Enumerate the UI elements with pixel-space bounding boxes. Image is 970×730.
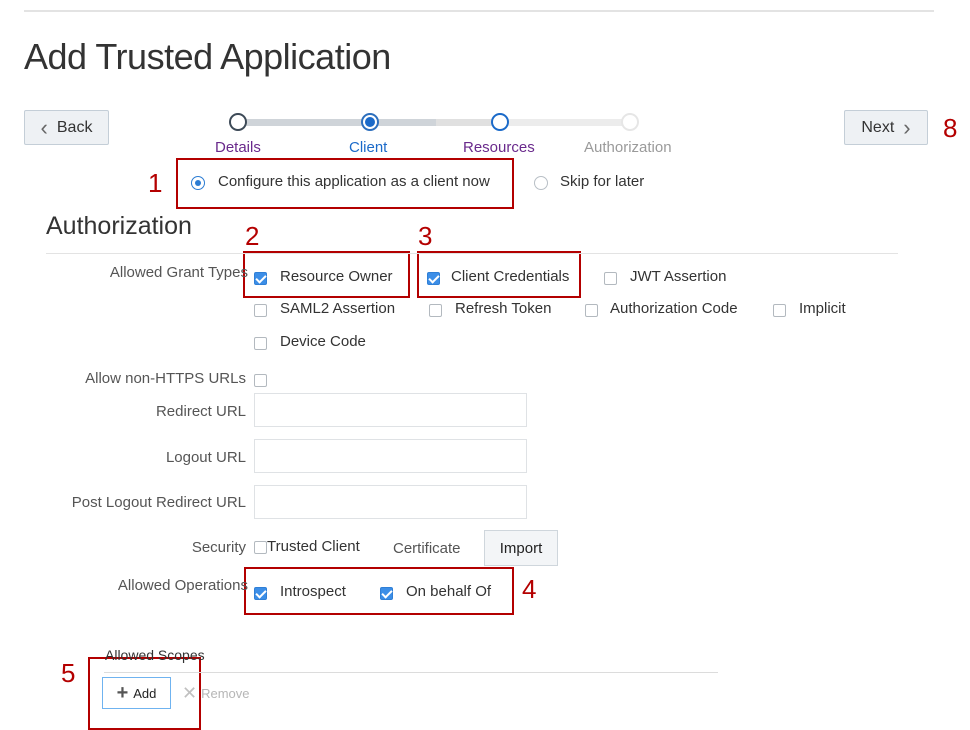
add-scope-button-label: Add	[133, 685, 157, 701]
annotation-8: 8	[943, 113, 958, 143]
plus-icon: +	[116, 682, 129, 704]
checkbox-device-code[interactable]	[254, 337, 267, 350]
train-connector	[500, 119, 630, 126]
annotation-5: 5	[61, 658, 76, 688]
radio-skip-later-label[interactable]: Skip for later	[560, 173, 644, 190]
logout-url-label: Logout URL	[165, 449, 246, 466]
checkbox-resource-owner[interactable]	[254, 272, 267, 285]
next-button-label: Next	[861, 118, 895, 136]
checkbox-refresh-token[interactable]	[429, 304, 442, 317]
train-label-client[interactable]: Client	[349, 139, 387, 156]
checkbox-client-credentials[interactable]	[427, 272, 440, 285]
remove-scope-button-label: Remove	[201, 685, 250, 701]
remove-scope-button[interactable]: ✕ Remove	[182, 684, 250, 702]
checkbox-authorization-code-label[interactable]: Authorization Code	[610, 300, 738, 317]
checkbox-on-behalf-of[interactable]	[380, 587, 393, 600]
add-scope-button[interactable]: + Add	[102, 677, 171, 709]
top-divider	[24, 10, 934, 12]
checkbox-refresh-token-label[interactable]: Refresh Token	[455, 300, 551, 317]
chevron-right-icon: ›	[903, 114, 911, 140]
train-label-details[interactable]: Details	[215, 139, 261, 156]
checkbox-client-credentials-label[interactable]: Client Credentials	[451, 268, 569, 285]
checkbox-jwt-assertion[interactable]	[604, 272, 617, 285]
checkbox-authorization-code[interactable]	[585, 304, 598, 317]
post-logout-url-label: Post Logout Redirect URL	[71, 494, 246, 511]
next-button[interactable]: Next ›	[844, 110, 928, 145]
import-button-label: Import	[499, 539, 543, 557]
annotation-3: 3	[418, 221, 433, 251]
redirect-url-label: Redirect URL	[155, 403, 246, 420]
train-stop-resources[interactable]	[491, 113, 509, 131]
non-https-label: Allow non-HTTPS URLs	[85, 370, 246, 387]
allowed-operations-label: Allowed Operations	[117, 577, 248, 594]
train-connector	[370, 119, 436, 126]
allowed-scopes-label: Allowed Scopes	[105, 647, 205, 663]
post-logout-url-input[interactable]	[254, 485, 527, 519]
radio-configure-now[interactable]	[191, 176, 205, 190]
checkbox-implicit-label[interactable]: Implicit	[799, 300, 846, 317]
back-button-label: Back	[56, 118, 93, 136]
annotation-2: 2	[245, 221, 260, 251]
annotation-4: 4	[522, 574, 537, 604]
train-stop-client[interactable]	[361, 113, 379, 131]
logout-url-input[interactable]	[254, 439, 527, 473]
redirect-url-input[interactable]	[254, 393, 527, 427]
train-label-authorization: Authorization	[584, 139, 672, 156]
trusted-client-label[interactable]: Trusted Client	[267, 538, 360, 555]
checkbox-non-https[interactable]	[254, 374, 267, 387]
checkbox-saml2-assertion[interactable]	[254, 304, 267, 317]
close-icon: ✕	[182, 683, 198, 703]
checkbox-introspect[interactable]	[254, 587, 267, 600]
train-connector	[238, 119, 370, 126]
grant-types-label: Allowed Grant Types	[109, 264, 248, 281]
annotation-1: 1	[148, 168, 163, 198]
checkbox-implicit[interactable]	[773, 304, 786, 317]
checkbox-introspect-label[interactable]: Introspect	[280, 583, 346, 600]
authorization-section-title: Authorization	[46, 212, 192, 240]
radio-configure-now-label[interactable]: Configure this application as a client n…	[218, 173, 490, 190]
train-stop-authorization	[621, 113, 639, 131]
radio-skip-later[interactable]	[534, 176, 548, 190]
security-label: Security	[191, 539, 246, 556]
page-title: Add Trusted Application	[24, 36, 391, 77]
train-label-resources[interactable]: Resources	[463, 139, 535, 156]
checkbox-trusted-client[interactable]	[254, 541, 267, 554]
section-divider	[46, 253, 898, 254]
import-button[interactable]: Import	[484, 530, 558, 566]
checkbox-on-behalf-of-label[interactable]: On behalf Of	[406, 583, 491, 600]
chevron-left-icon: ‹	[40, 114, 48, 140]
checkbox-jwt-assertion-label[interactable]: JWT Assertion	[630, 268, 726, 285]
checkbox-device-code-label[interactable]: Device Code	[280, 333, 366, 350]
scopes-divider	[104, 672, 718, 673]
certificate-label: Certificate	[393, 540, 461, 557]
checkbox-resource-owner-label[interactable]: Resource Owner	[280, 268, 393, 285]
train-stop-details[interactable]	[229, 113, 247, 131]
back-button[interactable]: ‹ Back	[24, 110, 109, 145]
checkbox-saml2-assertion-label[interactable]: SAML2 Assertion	[280, 300, 395, 317]
